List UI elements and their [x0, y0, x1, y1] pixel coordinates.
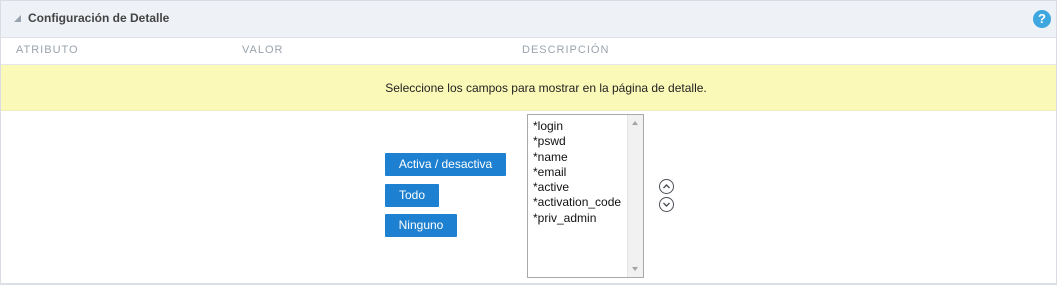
select-none-button[interactable]: Ninguno	[385, 214, 457, 237]
column-header-description: DESCRIPCIÓN	[522, 44, 610, 56]
column-headers: ATRIBUTO VALOR DESCRIPCIÓN	[1, 38, 1056, 65]
column-header-attribute: ATRIBUTO	[16, 44, 79, 56]
listbox-scrollbar[interactable]	[627, 115, 643, 277]
notice-text: Seleccione los campos para mostrar en la…	[385, 81, 707, 95]
fields-listbox[interactable]: *login *pswd *name *email *active *activ…	[527, 114, 644, 278]
list-item[interactable]: *pswd	[533, 134, 621, 149]
list-item[interactable]: *name	[533, 150, 621, 165]
list-item[interactable]: *priv_admin	[533, 211, 621, 226]
panel-header: Configuración de Detalle ?	[1, 1, 1056, 38]
collapse-triangle-icon[interactable]	[14, 15, 21, 22]
help-icon[interactable]: ?	[1033, 10, 1051, 28]
column-header-value: VALOR	[242, 44, 284, 56]
chevron-down-circle-icon[interactable]	[659, 197, 674, 212]
detail-config-panel: Configuración de Detalle ? ATRIBUTO VALO…	[0, 0, 1057, 285]
scroll-down-arrow-icon[interactable]	[632, 267, 638, 271]
panel-title: Configuración de Detalle	[28, 11, 170, 25]
list-item[interactable]: *active	[533, 180, 621, 195]
list-item[interactable]: *activation_code	[533, 195, 621, 210]
toggle-button[interactable]: Activa / desactiva	[385, 153, 506, 176]
fields-list: *login *pswd *name *email *active *activ…	[533, 119, 621, 226]
select-all-button[interactable]: Todo	[385, 184, 439, 207]
list-item[interactable]: *login	[533, 119, 621, 134]
chevron-up-circle-icon[interactable]	[659, 179, 674, 194]
list-item[interactable]: *email	[533, 165, 621, 180]
notice-banner: Seleccione los campos para mostrar en la…	[1, 65, 1056, 111]
scroll-up-arrow-icon[interactable]	[632, 121, 638, 125]
